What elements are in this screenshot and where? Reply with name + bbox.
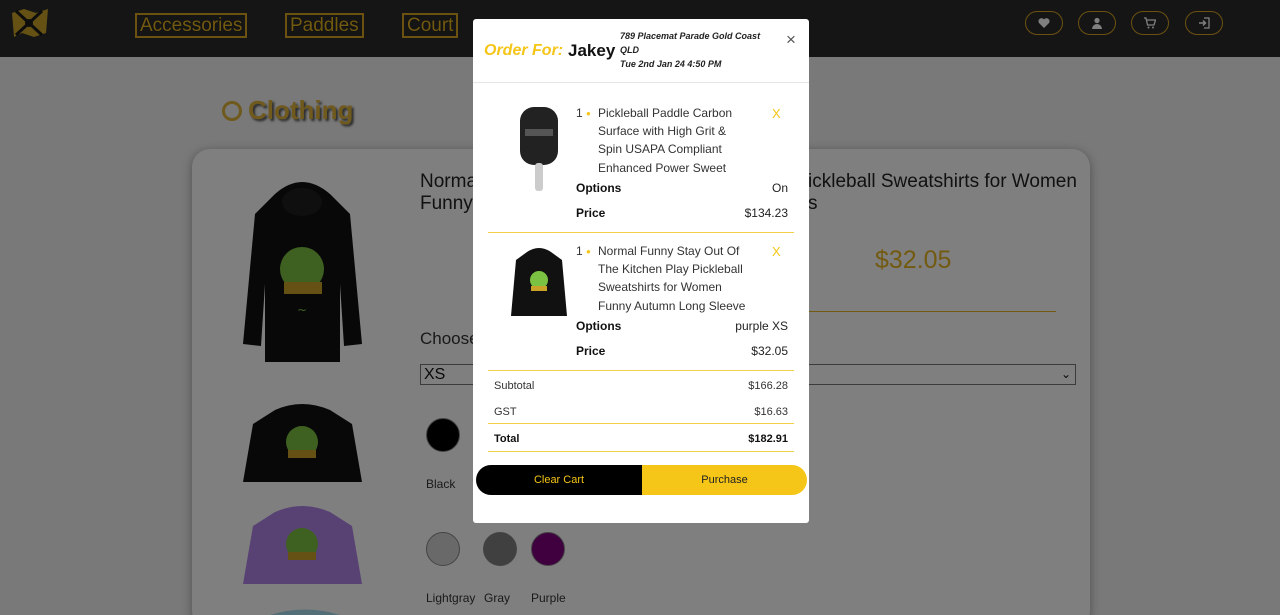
close-icon[interactable]: × [786,31,796,48]
order-meta: 789 Placemat Parade Gold Coast QLD Tue 2… [620,29,765,71]
cart-item-qty: 1 [576,244,583,258]
total-divider [488,423,794,424]
bullet-icon: ● [586,109,591,118]
gst-row: GST $16.63 [488,398,794,424]
remove-item-button[interactable]: X [772,244,781,259]
subtotal-row: Subtotal $166.28 [488,372,794,398]
cart-item-price-value: $32.05 [751,344,788,358]
item-divider [488,232,794,233]
cart-item-qty: 1 [576,106,583,120]
summary-divider [488,451,794,452]
total-label: Total [494,433,520,445]
cart-item-options-value: On [771,181,788,195]
total-value: $182.91 [748,433,788,445]
cart-item-price-value: $134.23 [744,206,788,220]
delivery-address: 789 Placemat Parade Gold Coast QLD [620,31,761,55]
clear-cart-button[interactable]: Clear Cart [476,465,642,495]
customer-name: Jakey [568,41,616,60]
subtotal-value: $166.28 [748,380,788,392]
cart-item-image-hoodie[interactable] [510,246,568,322]
cart-item-price-label: Price [576,344,606,358]
order-datetime: Tue 2nd Jan 24 4:50 PM [620,59,722,69]
cart-item-name: Normal Funny Stay Out Of The Kitchen Pla… [598,244,746,313]
cart-item-options-label: Options [576,319,622,333]
total-row: Total $182.91 [488,425,794,451]
order-for-label: Order For: [484,42,564,59]
item-divider [488,370,794,371]
cart-item-options-label: Options [576,181,622,195]
gst-value: $16.63 [754,406,788,418]
cart-item-name: Pickleball Paddle Carbon Surface with Hi… [598,106,733,175]
cart-item-image-paddle[interactable] [517,105,561,193]
remove-item-button[interactable]: X [772,106,781,121]
cart-item-price-label: Price [576,206,606,220]
gst-label: GST [494,406,517,418]
modal-header: Order For: Jakey 789 Placemat Parade Gol… [473,19,809,83]
cart-modal: Order For: Jakey 789 Placemat Parade Gol… [473,19,809,523]
bullet-icon: ● [586,247,591,256]
purchase-button[interactable]: Purchase [642,465,807,495]
cart-item-options-value: purple XS [735,319,788,333]
subtotal-label: Subtotal [494,380,535,392]
